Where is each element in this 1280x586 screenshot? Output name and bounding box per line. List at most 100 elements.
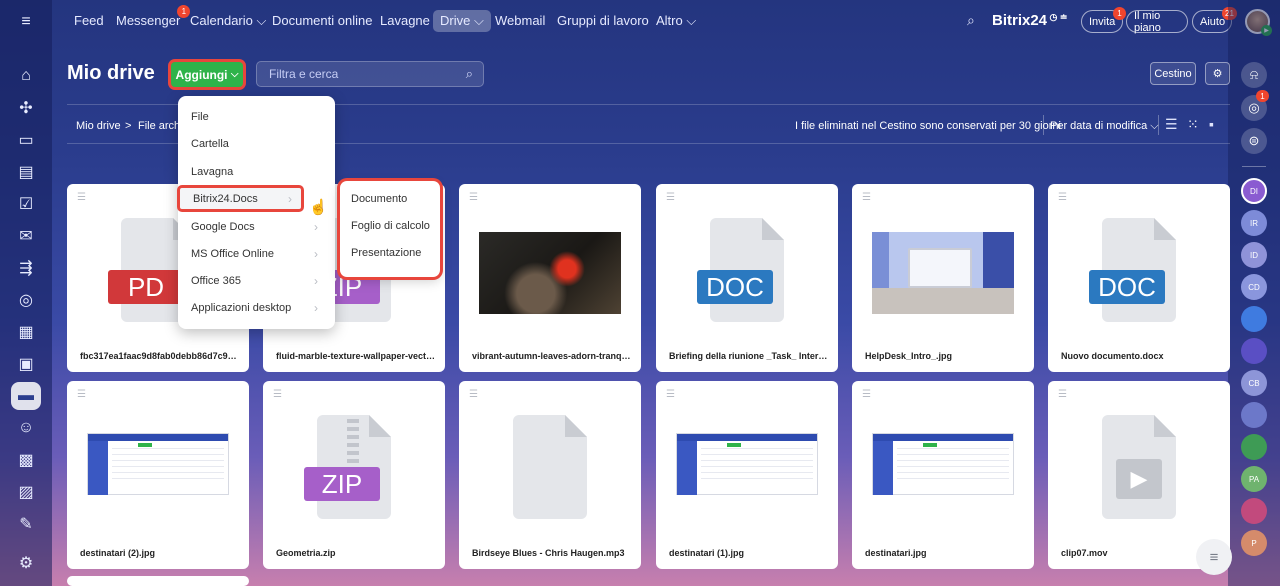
document-icon	[513, 415, 587, 519]
menu-item[interactable]: Bitrix24.Docs ›	[177, 185, 304, 212]
drag-handle-icon[interactable]: ☰	[1058, 389, 1067, 400]
breadcrumb-root[interactable]: Mio drive	[76, 120, 121, 132]
drag-handle-icon[interactable]: ☰	[666, 389, 675, 400]
screenshot-sidebar	[873, 441, 893, 495]
contact-avatar[interactable]: IR	[1241, 210, 1267, 236]
notifications-icon[interactable]: ⍾	[1241, 62, 1267, 88]
nav-item[interactable]: Drive ⌵	[433, 10, 491, 32]
copilot-icon[interactable]: ✣	[11, 94, 41, 122]
contact-avatar[interactable]	[1241, 338, 1267, 364]
activity-icon[interactable]: ◎ 1	[1241, 90, 1269, 121]
menu-item[interactable]: Cartella	[178, 130, 335, 157]
drag-handle-icon[interactable]: ☰	[666, 192, 675, 203]
home-icon[interactable]: ⌂	[11, 62, 41, 90]
chat-icon[interactable]: ▭	[11, 126, 41, 154]
nav-item[interactable]: Lavagne	[380, 13, 430, 28]
invite-button[interactable]: Invita 1	[1081, 7, 1126, 33]
menu-item[interactable]: Applicazioni desktop ›	[178, 294, 335, 321]
file-card[interactable]: ☰ DOC Briefing della riunione _Task_ Inter…	[656, 184, 838, 372]
activity-badge: 1	[1256, 90, 1269, 102]
contact-avatar[interactable]	[1241, 402, 1267, 428]
menu-item-label: Office 365	[191, 274, 241, 287]
file-card[interactable]: ☰ Birdseye Blues - Chris Haugen.mp3	[459, 381, 641, 569]
drag-handle-icon[interactable]: ☰	[77, 192, 86, 203]
file-type-label: ZIP	[304, 467, 380, 501]
mail-icon[interactable]: ✉	[11, 222, 41, 250]
file-card[interactable]: ☰ vibrant-autumn-leaves-adorn-tranqu...	[459, 184, 641, 372]
contact-avatar[interactable]: CB	[1241, 370, 1267, 396]
nav-item[interactable]: Gruppi di lavoro	[557, 13, 649, 28]
breadcrumb-current[interactable]: File archi	[138, 120, 183, 132]
file-card[interactable]: ☰ destinatari (1).jpg	[656, 381, 838, 569]
menu-icon[interactable]: ≡	[11, 8, 41, 36]
nav-item[interactable]: Calendario ⌵	[190, 13, 266, 29]
nav-item[interactable]: Altro ⌵	[656, 13, 696, 29]
file-card-partial[interactable]	[67, 576, 249, 586]
nav-item[interactable]: Documenti online	[272, 13, 372, 28]
drag-handle-icon[interactable]: ☰	[469, 389, 478, 400]
sign-icon[interactable]: ✎	[11, 510, 41, 538]
drag-handle-icon[interactable]: ☰	[1058, 192, 1067, 203]
nav-item[interactable]: Feed	[74, 13, 104, 28]
contact-avatar[interactable]: CD	[1241, 274, 1267, 300]
trash-button[interactable]: Cestino	[1150, 62, 1196, 85]
drag-handle-icon[interactable]: ☰	[862, 192, 871, 203]
drag-handle-icon[interactable]: ☰	[273, 389, 282, 400]
contact-avatar[interactable]: P	[1241, 530, 1267, 556]
menu-item[interactable]: Google Docs ›	[178, 213, 335, 240]
submenu-item-document[interactable]: Documento	[351, 193, 407, 205]
planner-icon[interactable]: ▨	[11, 478, 41, 506]
drag-handle-icon[interactable]: ☰	[469, 192, 478, 203]
employees-icon[interactable]: ☺	[11, 414, 41, 442]
contact-avatar[interactable]: DI	[1241, 178, 1267, 204]
menu-item[interactable]: Lavagna	[178, 158, 335, 185]
file-card[interactable]: ☰ destinatari (2).jpg	[67, 381, 249, 569]
sort-dropdown[interactable]: Per data di modifica ⌵	[1050, 120, 1159, 133]
nav-item[interactable]: Messenger 1	[116, 5, 191, 28]
search-icon[interactable]: ⌕	[967, 12, 975, 29]
crm-icon[interactable]: ⇶	[11, 254, 41, 282]
file-card[interactable]: ☰ DOC Nuovo documento.docx	[1048, 184, 1230, 372]
nav-item[interactable]: Webmail	[495, 13, 545, 28]
screenshot-table	[701, 448, 813, 482]
submenu-item-spreadsheet[interactable]: Foglio di calcolo	[351, 220, 430, 232]
file-card[interactable]: ☰ HelpDesk_Intro_.jpg	[852, 184, 1034, 372]
tasks-icon[interactable]: ☑	[11, 190, 41, 218]
list-view-icon[interactable]: ☰	[1165, 116, 1178, 133]
drive-icon[interactable]: ▬	[11, 382, 41, 410]
logo[interactable]: Bitrix24 ◷ ≐	[992, 12, 1067, 29]
drag-handle-icon[interactable]: ☰	[862, 389, 871, 400]
contact-avatar[interactable]	[1241, 306, 1267, 332]
file-name: fbc317ea1faac9d8fab0debb86d7c9c3....	[80, 351, 240, 361]
feed-icon[interactable]: ▤	[11, 158, 41, 186]
nav-item-label: Feed	[74, 13, 104, 28]
messages-icon[interactable]: ⊜	[1241, 128, 1267, 154]
file-card[interactable]: ☰ ▶ clip07.mov	[1048, 381, 1230, 569]
list-toggle-button[interactable]: ≡	[1196, 539, 1232, 575]
booking-icon[interactable]: ▩	[11, 446, 41, 474]
help-button[interactable]: Aiuto 21	[1192, 7, 1237, 33]
grid-view-icon[interactable]: ⁙	[1187, 116, 1199, 133]
menu-item[interactable]: MS Office Online ›	[178, 240, 335, 267]
contact-avatar[interactable]: ID	[1241, 242, 1267, 268]
my-plan-button[interactable]: Il mio piano	[1126, 10, 1188, 34]
settings-icon[interactable]: ⚙	[11, 549, 41, 577]
screenshot-table	[897, 448, 1009, 482]
file-card[interactable]: ☰ destinatari.jpg	[852, 381, 1034, 569]
sites-icon[interactable]: ◎	[11, 286, 41, 314]
file-card[interactable]: ☰ ZIP Geometria.zip	[263, 381, 445, 569]
add-button[interactable]: Aggiungi ⌵	[171, 62, 243, 87]
menu-item[interactable]: File	[178, 103, 335, 130]
submenu-item-presentation[interactable]: Presentazione	[351, 247, 421, 259]
menu-item[interactable]: Office 365 ›	[178, 267, 335, 294]
contact-avatar[interactable]: PA	[1241, 466, 1267, 492]
search-input[interactable]: Filtra e cerca ⌕	[256, 61, 484, 87]
settings-button[interactable]: ⚙	[1205, 62, 1230, 85]
contact-avatar[interactable]	[1241, 498, 1267, 524]
calendar-icon[interactable]: ▦	[11, 318, 41, 346]
contact-avatar[interactable]	[1241, 434, 1267, 460]
drag-handle-icon[interactable]: ☰	[77, 389, 86, 400]
docs-icon[interactable]: ▣	[11, 350, 41, 378]
tiles-view-icon[interactable]: ▪	[1209, 116, 1214, 132]
divider	[1158, 115, 1159, 135]
